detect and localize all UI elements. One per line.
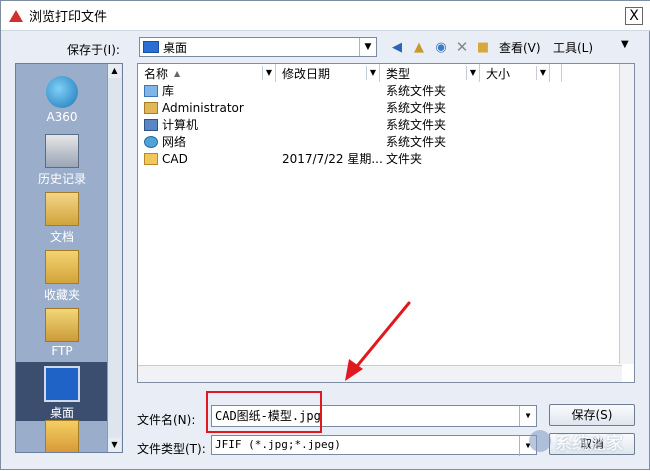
place-more[interactable] <box>16 420 108 452</box>
filename-label: 文件名(N): <box>137 413 196 427</box>
arrow-left-icon: ◀ <box>392 39 402 55</box>
file-row[interactable]: CAD 2017/7/22 星期... 文件夹 <box>144 150 614 167</box>
column-label: 修改日期 <box>282 66 331 81</box>
filetype-label: 文件类型(T): <box>137 442 206 456</box>
place-history[interactable]: 历史记录 <box>16 134 108 187</box>
file-type: 系统文件夹 <box>386 135 447 149</box>
location-value: 桌面 <box>163 40 188 55</box>
places-bar: A360 历史记录 文档 收藏夹 FTP 桌面 ▲ ▼ <box>15 63 123 453</box>
place-documents[interactable]: 文档 <box>16 192 108 245</box>
column-header-type[interactable]: 类型 ▼ <box>380 64 480 82</box>
column-header-name[interactable]: 名称 ▲ ▼ <box>138 64 276 82</box>
folder-icon <box>45 420 79 452</box>
history-icon <box>45 134 79 168</box>
new-folder-icon: ■ <box>476 39 490 55</box>
watermark: 系统之家 <box>529 425 645 457</box>
file-name: 库 <box>162 84 175 98</box>
filetype-select[interactable]: JFIF (*.jpg;*.jpeg) ▼ <box>211 435 537 456</box>
column-header-size[interactable]: 大小 ▼ <box>480 64 550 82</box>
chevron-down-icon[interactable]: ▼ <box>621 39 629 50</box>
chevron-down-icon[interactable]: ▼ <box>262 66 275 80</box>
window-title: 浏览打印文件 <box>29 10 108 25</box>
file-list-horizontal-scrollbar[interactable] <box>138 365 622 382</box>
user-folder-icon <box>144 101 158 114</box>
filetype-value: JFIF (*.jpg;*.jpeg) <box>215 438 341 451</box>
documents-icon <box>45 192 79 226</box>
tools-menu[interactable]: 工具(L) <box>553 39 593 56</box>
place-ftp[interactable]: FTP <box>16 308 108 358</box>
place-label: 历史记录 <box>37 172 86 186</box>
file-name: CAD <box>162 151 188 166</box>
up-folder-button[interactable]: ▲ <box>409 37 429 57</box>
chevron-down-icon[interactable]: ▼ <box>519 406 536 426</box>
up-folder-icon: ▲ <box>414 39 424 55</box>
print-file-dialog: 浏览打印文件 X 保存于(I): 桌面 ▼ ◀ ▲ ◉ ✕ ■ 查看(V) 工具… <box>0 0 650 470</box>
delete-icon: ✕ <box>455 38 469 56</box>
favorites-icon <box>45 250 79 284</box>
view-menu[interactable]: 查看(V) <box>499 39 541 56</box>
search-icon: ◉ <box>435 39 447 55</box>
file-list-vertical-scrollbar[interactable] <box>619 64 634 364</box>
file-name: 网络 <box>162 135 187 149</box>
column-header-extra[interactable] <box>550 64 562 82</box>
a360-icon <box>46 76 78 108</box>
column-label: 名称 <box>144 66 169 81</box>
scroll-up-icon[interactable]: ▲ <box>108 64 121 78</box>
file-type: 系统文件夹 <box>386 84 447 98</box>
network-icon <box>144 135 158 148</box>
file-name: 计算机 <box>162 118 199 132</box>
location-select[interactable]: 桌面 ▼ <box>139 37 377 57</box>
place-label: 桌面 <box>49 406 74 420</box>
place-favorites[interactable]: 收藏夹 <box>16 250 108 303</box>
file-row[interactable]: 网络 系统文件夹 <box>144 133 614 150</box>
file-type: 系统文件夹 <box>386 101 447 115</box>
file-type: 系统文件夹 <box>386 118 447 132</box>
file-row[interactable]: 计算机 系统文件夹 <box>144 116 614 133</box>
scroll-down-icon[interactable]: ▼ <box>108 438 121 452</box>
file-row[interactable]: Administrator 系统文件夹 <box>144 99 614 116</box>
folder-icon <box>144 152 158 165</box>
back-button[interactable]: ◀ <box>387 37 407 57</box>
save-button[interactable]: 保存(S) <box>549 404 635 426</box>
computer-icon <box>144 118 158 131</box>
place-label: 文档 <box>49 230 74 244</box>
title-bar: 浏览打印文件 X <box>1 1 650 31</box>
place-label: 收藏夹 <box>43 288 80 302</box>
ftp-icon <box>45 308 79 342</box>
annotation-highlight-box <box>206 391 322 433</box>
place-a360[interactable]: A360 <box>16 76 108 124</box>
library-icon <box>144 84 158 97</box>
file-name: Administrator <box>162 100 244 115</box>
desktop-icon <box>44 366 80 402</box>
save-in-label: 保存于(I): <box>67 43 120 57</box>
watermark-logo-icon <box>529 430 551 452</box>
autocad-logo-icon <box>9 9 23 23</box>
place-label: FTP <box>51 344 73 358</box>
column-label: 类型 <box>386 66 411 81</box>
chevron-down-icon[interactable]: ▼ <box>536 66 549 80</box>
close-button[interactable]: X <box>625 7 643 25</box>
desktop-icon <box>143 41 159 53</box>
column-header-date[interactable]: 修改日期 ▼ <box>276 64 380 82</box>
delete-button[interactable]: ✕ <box>453 37 471 57</box>
place-label: A360 <box>46 110 78 124</box>
file-list: 名称 ▲ ▼ 修改日期 ▼ 类型 ▼ 大小 ▼ 库 系统文件夹 Administ… <box>137 63 635 383</box>
watermark-text: 系统之家 <box>555 433 623 454</box>
chevron-down-icon[interactable]: ▼ <box>359 38 376 56</box>
file-type: 文件夹 <box>386 152 423 166</box>
column-label: 大小 <box>486 66 511 81</box>
chevron-down-icon[interactable]: ▼ <box>466 66 479 80</box>
sort-ascending-icon: ▲ <box>174 68 181 78</box>
search-web-button[interactable]: ◉ <box>431 37 451 57</box>
chevron-down-icon[interactable]: ▼ <box>366 66 379 80</box>
file-row[interactable]: 库 系统文件夹 <box>144 82 614 99</box>
places-scrollbar[interactable]: ▲ ▼ <box>107 64 122 452</box>
file-date: 2017/7/22 星期... <box>282 152 383 166</box>
new-folder-button[interactable]: ■ <box>473 37 493 57</box>
place-desktop[interactable]: 桌面 <box>16 362 108 421</box>
